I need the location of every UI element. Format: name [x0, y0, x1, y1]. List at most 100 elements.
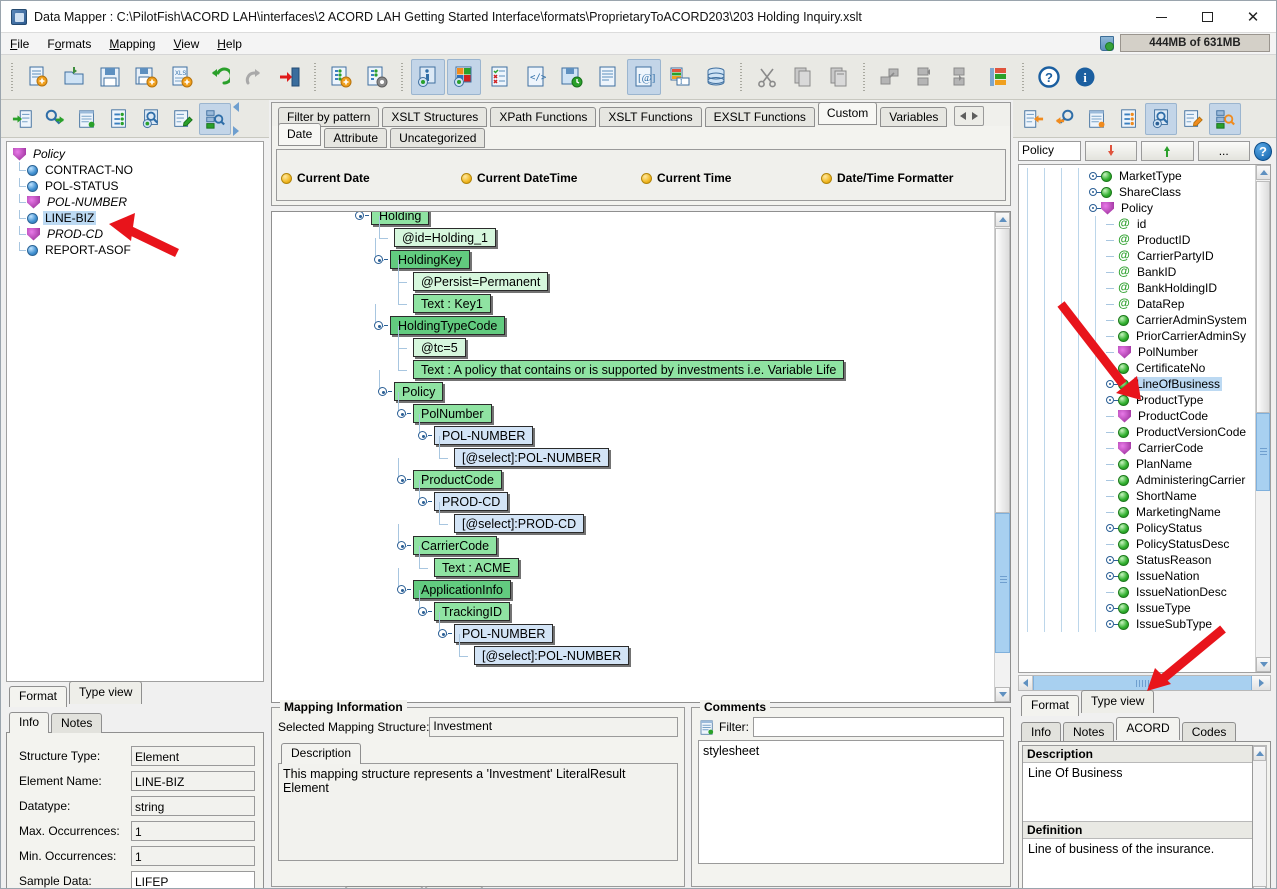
- mapping-description-text[interactable]: This mapping structure represents a 'Inv…: [278, 763, 678, 861]
- xpath-input[interactable]: Policy: [1018, 141, 1082, 161]
- target-tree-hscrollbar[interactable]: [1018, 675, 1271, 691]
- tree-source-button[interactable]: [199, 102, 231, 135]
- scroll-thumb-upper[interactable]: [995, 228, 1010, 513]
- target-tree-item[interactable]: ProductVersionCode: [1019, 424, 1270, 440]
- doc-button[interactable]: [591, 59, 625, 95]
- tab-exslt-functions[interactable]: EXSLT Functions: [704, 107, 815, 127]
- notes-target-button[interactable]: [1081, 103, 1113, 135]
- scroll-thumb[interactable]: [1256, 413, 1270, 491]
- tab-type-view[interactable]: Type view: [69, 681, 143, 704]
- function-item[interactable]: Current Time: [641, 156, 821, 200]
- minimize-button[interactable]: [1138, 1, 1184, 33]
- move-node-button[interactable]: [873, 59, 907, 95]
- demote-node-button[interactable]: [945, 59, 979, 95]
- function-item[interactable]: Date/Time Formatter: [821, 156, 1001, 200]
- tree-expand-handle[interactable]: [374, 253, 388, 266]
- comments-filter-input[interactable]: [753, 717, 1004, 737]
- target-tree-item[interactable]: IssueSubType: [1019, 616, 1270, 632]
- toolbar-grip-6[interactable]: [1020, 60, 1027, 94]
- tree-expand-handle[interactable]: [1104, 392, 1118, 408]
- validate-button[interactable]: [483, 59, 517, 95]
- find-source-button[interactable]: [39, 103, 71, 135]
- tab-notes[interactable]: Notes: [51, 713, 103, 733]
- menu-help[interactable]: Help: [208, 35, 251, 53]
- tree-expand-handle[interactable]: [418, 605, 432, 618]
- tree-expand-handle[interactable]: [418, 495, 432, 508]
- mapping-tree-node[interactable]: POL-NUMBER: [454, 624, 554, 643]
- copy-button[interactable]: [786, 59, 820, 95]
- target-tree-item[interactable]: @ DataRep: [1019, 296, 1270, 312]
- element-name-field[interactable]: LINE-BIZ: [131, 770, 255, 791]
- comments-list[interactable]: stylesheet: [698, 740, 1004, 864]
- tree-target-button[interactable]: [1209, 102, 1241, 135]
- target-tree-item[interactable]: PolNumber: [1019, 344, 1270, 360]
- show-colors-button[interactable]: [447, 59, 481, 95]
- tree-expand-handle[interactable]: [1104, 600, 1118, 616]
- show-info-button[interactable]: [411, 59, 445, 95]
- target-tree-item[interactable]: @ BankID: [1019, 264, 1270, 280]
- mapping-tree-node[interactable]: [@select]:PROD-CD: [454, 514, 585, 533]
- source-tree-item[interactable]: POL-STATUS: [7, 178, 263, 194]
- list-source-button[interactable]: [103, 103, 135, 135]
- toolbar-grip-3[interactable]: [399, 60, 406, 94]
- mapping-tree-node[interactable]: @Persist=Permanent: [413, 272, 549, 291]
- function-item[interactable]: Current Date: [281, 156, 461, 200]
- undo-button[interactable]: [201, 59, 235, 95]
- add-format-button[interactable]: [324, 59, 358, 95]
- collapse-left-icon[interactable]: [233, 101, 239, 112]
- tree-expand-handle[interactable]: [355, 212, 369, 222]
- source-tree-item[interactable]: CONTRACT-NO: [7, 162, 263, 178]
- mapping-tree-canvas[interactable]: Holding @id=Holding_1 HoldingKey @Persist=P…: [271, 211, 1011, 703]
- mapping-tree-node[interactable]: @id=Holding_1: [394, 228, 497, 247]
- mapping-tree-node[interactable]: [@select]:POL-NUMBER: [454, 448, 610, 467]
- target-tree-item[interactable]: MarketType: [1019, 168, 1270, 184]
- preview-source-button[interactable]: [135, 103, 167, 135]
- scroll-down-button[interactable]: [1256, 657, 1270, 672]
- mapping-tree-node[interactable]: @tc=5: [413, 338, 466, 357]
- help-button[interactable]: ?: [1032, 59, 1066, 95]
- tree-expand-handle[interactable]: [1104, 616, 1118, 632]
- acord-definition-text[interactable]: Line of business of the insurance.: [1023, 839, 1252, 888]
- tab-xslt-functions[interactable]: XSLT Functions: [599, 107, 702, 127]
- tab-xpath-functions[interactable]: XPath Functions: [490, 107, 597, 127]
- target-tree-item[interactable]: PlanName: [1019, 456, 1270, 472]
- target-tree-item[interactable]: IssueNationDesc: [1019, 584, 1270, 600]
- scroll-thumb[interactable]: [995, 513, 1010, 653]
- target-tree-item[interactable]: CarrierAdminSystem: [1019, 312, 1270, 328]
- garbage-collect-icon[interactable]: [1100, 35, 1114, 51]
- tab-format-target[interactable]: Format: [1021, 695, 1080, 716]
- maximize-button[interactable]: [1184, 1, 1230, 33]
- scroll-up-button[interactable]: [1253, 746, 1266, 761]
- tree-expand-handle[interactable]: [1104, 568, 1118, 584]
- function-item[interactable]: Current DateTime: [461, 156, 641, 200]
- tree-expand-handle[interactable]: [397, 407, 411, 420]
- notes-source-button[interactable]: [71, 103, 103, 135]
- edit-source-button[interactable]: [167, 103, 199, 135]
- tab-codes[interactable]: Codes: [1181, 722, 1237, 742]
- save-xslt-button[interactable]: [555, 59, 589, 95]
- list-target-button[interactable]: [1113, 103, 1145, 135]
- toolbar-grip[interactable]: [9, 60, 16, 94]
- about-button[interactable]: i: [1068, 59, 1102, 95]
- table-edit-button[interactable]: I: [663, 59, 697, 95]
- mapping-tree-node[interactable]: POL-NUMBER: [434, 426, 534, 445]
- mapping-tree-vscrollbar[interactable]: [994, 212, 1010, 702]
- max-occurrences-field[interactable]: 1: [131, 820, 255, 841]
- export-target-button[interactable]: [1017, 103, 1049, 135]
- tab-type-view-target[interactable]: Type view: [1081, 690, 1155, 713]
- tab-xslt-structures[interactable]: XSLT Structures: [382, 107, 488, 127]
- mapping-tree-node[interactable]: CarrierCode: [413, 536, 498, 555]
- scroll-up-button[interactable]: [1256, 165, 1270, 180]
- acord-vscrollbar[interactable]: [1253, 745, 1267, 888]
- tab-info-target[interactable]: Info: [1021, 722, 1062, 742]
- tree-expand-handle[interactable]: [374, 319, 388, 332]
- target-tree-item[interactable]: IssueType: [1019, 600, 1270, 616]
- tab-info[interactable]: Info: [9, 712, 50, 733]
- mapping-tree-node[interactable]: TrackingID: [434, 602, 510, 621]
- target-tree-item[interactable]: IssueNation: [1019, 568, 1270, 584]
- help-question-icon[interactable]: ?: [1253, 141, 1272, 161]
- mapping-tree-node[interactable]: Text : ACME: [434, 558, 519, 577]
- mapping-tree-node[interactable]: HoldingKey: [390, 250, 470, 269]
- selected-structure-field[interactable]: Investment: [429, 717, 678, 737]
- subtab-attribute[interactable]: Attribute: [324, 128, 388, 148]
